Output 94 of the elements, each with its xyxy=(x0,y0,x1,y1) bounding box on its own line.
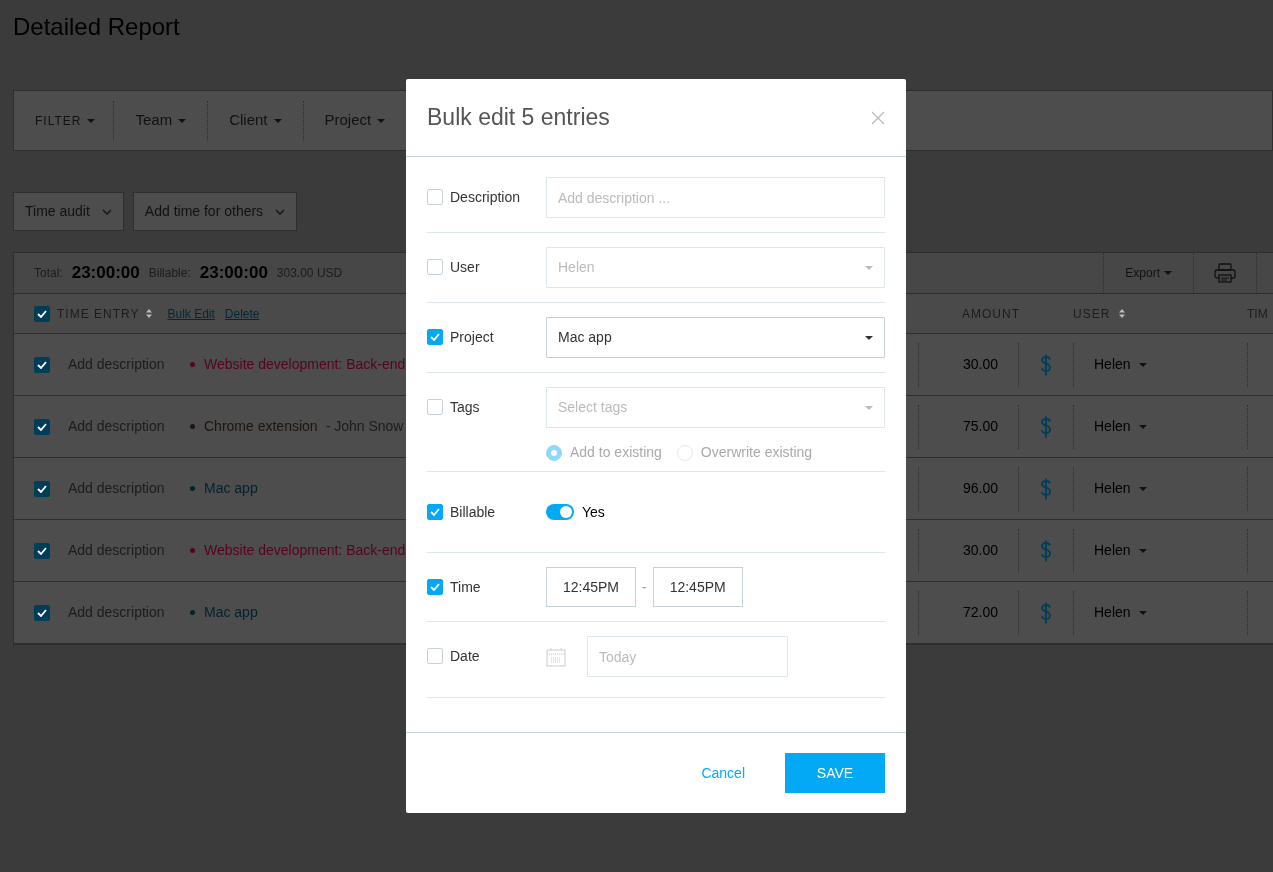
range-separator: - xyxy=(641,577,648,597)
page-title: Detailed Report xyxy=(13,12,181,42)
action-dropdown[interactable]: Time audit xyxy=(13,192,124,231)
row-checkbox[interactable] xyxy=(34,480,50,497)
field-label: Tags xyxy=(450,397,480,417)
row-checkbox[interactable] xyxy=(34,356,50,373)
field-checkbox[interactable] xyxy=(427,329,443,345)
field-label: Project xyxy=(450,327,494,347)
close-icon[interactable] xyxy=(871,110,885,125)
caret-icon xyxy=(178,118,187,123)
filter-dropdown[interactable]: FILTER xyxy=(14,100,115,141)
field-label: Time xyxy=(450,577,481,597)
field-checkbox[interactable] xyxy=(427,648,443,664)
caret-icon xyxy=(865,265,873,270)
field-label: Description xyxy=(450,187,521,207)
field-label: Billable xyxy=(450,502,496,522)
dialog-title: Bulk edit 5 entries xyxy=(427,103,610,132)
checkmark-icon xyxy=(37,484,47,493)
filter-dropdown[interactable]: Client xyxy=(208,100,304,141)
filter-dropdown[interactable]: Team xyxy=(114,100,209,141)
checkmark-icon xyxy=(37,546,47,555)
toggle-switch[interactable] xyxy=(546,504,574,520)
caret-icon xyxy=(865,335,873,340)
caret-icon xyxy=(1138,362,1147,367)
cancel-link[interactable]: Cancel xyxy=(701,762,745,784)
printer-icon[interactable] xyxy=(1214,263,1236,283)
checkmark-icon xyxy=(37,360,47,369)
dollar-icon[interactable] xyxy=(1040,539,1052,562)
checkmark-icon xyxy=(430,333,440,341)
caret-icon xyxy=(1138,548,1147,553)
radio-option[interactable]: Add to existing xyxy=(546,442,662,463)
bulk-edit-link[interactable]: Bulk Edit xyxy=(167,304,215,323)
caret-icon xyxy=(1164,271,1172,275)
select-field[interactable]: Mac app xyxy=(546,317,885,358)
dollar-icon[interactable] xyxy=(1040,415,1052,438)
checkmark-icon xyxy=(430,583,440,591)
caret-icon xyxy=(1138,610,1147,615)
field-label: User xyxy=(450,257,480,277)
project-name[interactable]: Website development: Back-end xyxy=(204,540,406,561)
checkmark-icon xyxy=(37,422,47,431)
row-checkbox[interactable] xyxy=(34,418,50,435)
toggle-label: Yes xyxy=(582,502,605,522)
amount-value: 30.00 xyxy=(962,355,998,374)
user-dropdown[interactable]: Helen xyxy=(1094,478,1147,499)
delete-link[interactable]: Delete xyxy=(224,304,260,323)
sort-icon xyxy=(1118,308,1127,319)
time-input[interactable]: 12:45PM xyxy=(652,567,743,607)
caret-icon xyxy=(1138,486,1147,491)
project-name[interactable]: Chrome extension xyxy=(204,416,318,437)
checkmark-icon xyxy=(430,508,440,516)
save-button[interactable]: SAVE xyxy=(785,753,885,793)
time-input[interactable]: 12:45PM xyxy=(546,567,636,607)
caret-icon xyxy=(87,118,96,123)
chevron-down-icon xyxy=(275,208,286,215)
field-checkbox[interactable] xyxy=(427,259,443,275)
field-checkbox[interactable] xyxy=(427,504,443,520)
select-all-checkbox[interactable] xyxy=(34,305,50,322)
amount-value: 75.00 xyxy=(962,417,998,436)
user-dropdown[interactable]: Helen xyxy=(1094,416,1147,437)
project-name[interactable]: Mac app xyxy=(204,478,258,499)
field-checkbox[interactable] xyxy=(427,579,443,595)
select-field[interactable]: Helen xyxy=(546,247,885,288)
select-field[interactable]: Select tags xyxy=(546,387,885,428)
user-dropdown[interactable]: Helen xyxy=(1094,540,1147,561)
date-input[interactable]: Today xyxy=(587,636,788,677)
dollar-icon[interactable] xyxy=(1040,477,1052,500)
caret-icon xyxy=(1138,424,1147,429)
dollar-icon[interactable] xyxy=(1040,601,1052,624)
row-checkbox[interactable] xyxy=(34,604,50,621)
dollar-icon[interactable] xyxy=(1040,353,1052,376)
checkmark-icon xyxy=(37,309,47,318)
field-checkbox[interactable] xyxy=(427,399,443,415)
project-name[interactable]: Website development: Back-end xyxy=(204,354,406,375)
description-input[interactable]: Add description ... xyxy=(546,177,885,218)
calendar-icon xyxy=(546,646,566,667)
user-dropdown[interactable]: Helen xyxy=(1094,602,1147,623)
radio-option[interactable]: Overwrite existing xyxy=(676,442,813,463)
amount-value: 30.00 xyxy=(962,541,998,560)
user-dropdown[interactable]: Helen xyxy=(1094,354,1147,375)
caret-icon xyxy=(273,118,282,123)
action-dropdown[interactable]: Add time for others xyxy=(132,192,298,231)
amount-value: 96.00 xyxy=(962,479,998,498)
row-checkbox[interactable] xyxy=(34,542,50,559)
caret-icon xyxy=(865,405,873,410)
field-label: Date xyxy=(450,646,480,666)
checkmark-icon xyxy=(37,608,47,617)
amount-value: 72.00 xyxy=(962,603,998,622)
sort-icon xyxy=(145,308,154,319)
field-checkbox[interactable] xyxy=(427,189,443,205)
total-value: 23:00:00 xyxy=(71,262,140,285)
project-name[interactable]: Mac app xyxy=(204,602,258,623)
billable-value: 23:00:00 xyxy=(199,262,268,285)
chevron-down-icon xyxy=(101,208,112,215)
caret-icon xyxy=(377,118,386,123)
